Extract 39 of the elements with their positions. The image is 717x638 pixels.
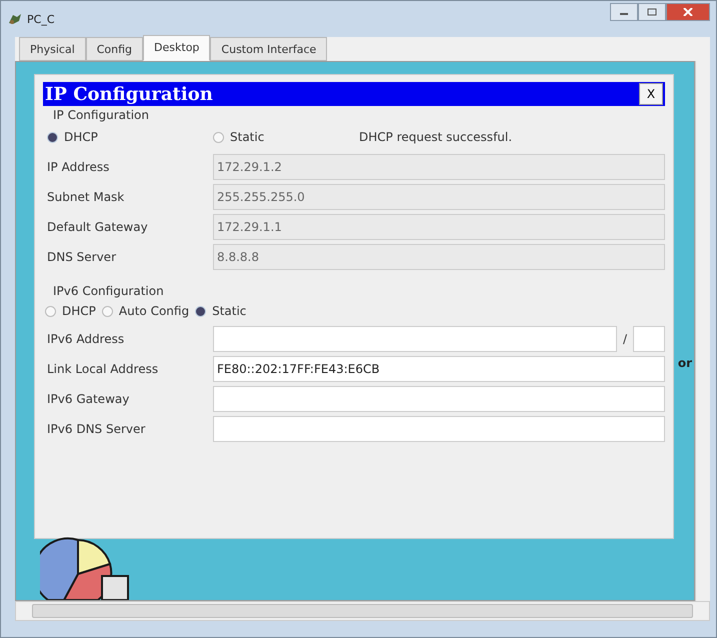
minimize-button[interactable]	[610, 3, 638, 21]
field-label: Subnet Mask	[46, 190, 126, 204]
field-label: Default Gateway	[46, 220, 149, 234]
input-field[interactable]	[213, 386, 665, 412]
field-label: DNS Server	[46, 250, 117, 264]
vertical-scrollbar[interactable]	[695, 61, 710, 601]
maximize-icon	[647, 8, 657, 16]
close-button[interactable]: X	[639, 83, 663, 105]
maximize-button[interactable]	[638, 3, 666, 21]
input-field[interactable]	[213, 416, 665, 442]
horizontal-scrollbar[interactable]	[15, 601, 710, 621]
field-label: IPv6 DNS Server	[46, 422, 146, 436]
section-heading: IPv6 Configuration	[53, 284, 164, 298]
close-icon	[683, 8, 693, 16]
input-field[interactable]: FE80::202:17FF:FE43:E6CB	[213, 356, 665, 382]
tab[interactable]: Physical	[19, 37, 86, 61]
window-title: PC_C	[27, 12, 54, 26]
tab[interactable]: Custom Interface	[210, 37, 328, 61]
dialog-title: IP Configuration	[45, 84, 213, 104]
field-label: IP Address	[46, 160, 110, 174]
radio-button[interactable]: Static	[213, 130, 353, 144]
radio-button[interactable]: Static	[195, 304, 246, 318]
prefix-field[interactable]	[633, 326, 665, 352]
scroll-thumb[interactable]	[32, 604, 693, 618]
field-label: IPv6 Gateway	[46, 392, 130, 406]
field-label: IPv6 Address	[46, 332, 126, 346]
radio-button[interactable]: DHCP	[47, 130, 98, 144]
status-text: DHCP request successful.	[359, 130, 512, 144]
separator-text: /	[622, 332, 628, 346]
tab[interactable]: Desktop	[143, 35, 210, 61]
section-heading: IP Configuration	[53, 108, 149, 122]
radio-button[interactable]: DHCP	[45, 304, 96, 318]
close-button[interactable]	[666, 3, 710, 21]
tab[interactable]: Config	[86, 37, 144, 61]
background-text: or	[678, 356, 692, 370]
field-label: Link Local Address	[46, 362, 160, 376]
input-field[interactable]	[213, 326, 617, 352]
app-icon	[7, 11, 23, 27]
radio-button[interactable]: Auto Config	[102, 304, 190, 318]
